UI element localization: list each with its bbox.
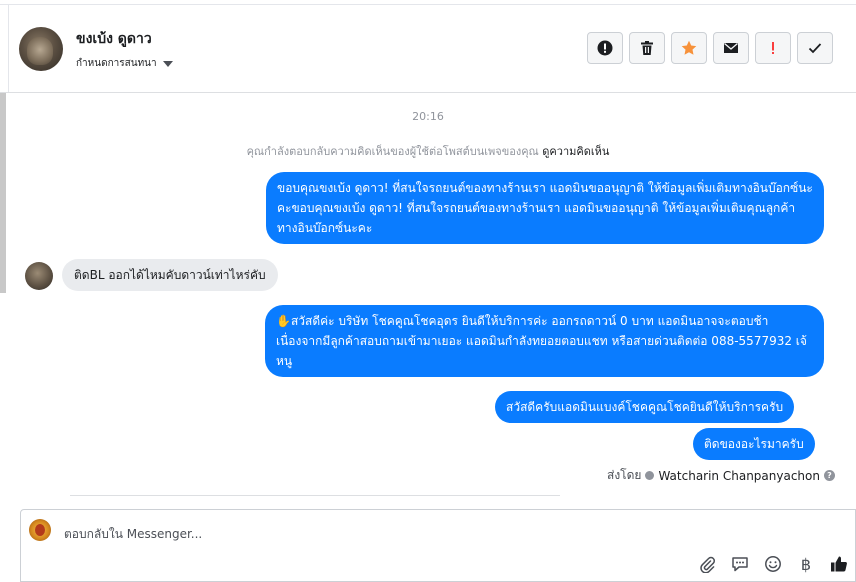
outgoing-message[interactable]: ขอบคุณขงเบ้ง ดูดาว! ที่สนใจรถยนต์ของทางร… bbox=[266, 172, 824, 244]
conversation-header: ขงเบ้ง ดูดาว กำหนดการสนทนา bbox=[0, 0, 856, 93]
exclamation-icon bbox=[772, 42, 774, 54]
view-comment-link[interactable]: ดูความคิดเห็น bbox=[542, 145, 609, 158]
star-button[interactable] bbox=[671, 32, 707, 64]
delete-button[interactable] bbox=[629, 32, 665, 64]
message-text: สวัสดีครับแอดมินแบงค์โชคคูณโชคยินดีให้บร… bbox=[506, 400, 784, 414]
star-icon bbox=[681, 40, 697, 55]
page-avatar bbox=[29, 519, 51, 541]
sent-by-name[interactable]: Watcharin Chanpanyachon bbox=[658, 469, 820, 483]
exclamation-circle-icon bbox=[597, 40, 613, 56]
saved-reply-icon[interactable] bbox=[730, 554, 750, 574]
message-timestamp: 20:16 bbox=[412, 110, 444, 123]
contact-name[interactable]: ขงเบ้ง ดูดาว bbox=[76, 28, 152, 50]
composer-tools: ฿ bbox=[697, 554, 849, 574]
emoji-icon[interactable] bbox=[763, 554, 783, 574]
done-button[interactable] bbox=[797, 32, 833, 64]
caret-down-icon bbox=[162, 60, 173, 67]
envelope-icon bbox=[724, 43, 738, 53]
check-icon bbox=[808, 43, 822, 54]
mark-unread-button[interactable] bbox=[713, 32, 749, 64]
contact-avatar[interactable] bbox=[19, 27, 63, 71]
reply-input[interactable]: ตอบกลับใน Messenger... bbox=[64, 525, 202, 544]
divider bbox=[0, 4, 856, 5]
outgoing-message[interactable]: สวัสดีครับแอดมินแบงค์โชคคูณโชคยินดีให้บร… bbox=[495, 391, 795, 423]
divider bbox=[8, 4, 9, 92]
outgoing-message[interactable]: ติดของอะไรมาครับ bbox=[693, 428, 815, 460]
reply-composer: ตอบกลับใน Messenger... ฿ bbox=[20, 509, 856, 582]
status-icon bbox=[645, 471, 655, 480]
paperclip-icon[interactable] bbox=[697, 554, 717, 574]
thumbs-up-icon[interactable] bbox=[829, 554, 849, 574]
assign-conversation-dropdown[interactable]: กำหนดการสนทนา bbox=[76, 56, 173, 71]
trash-icon bbox=[641, 41, 653, 55]
message-text: ติดBL ออกได้ไหมคับดาวน์เท่าไหร่คับ bbox=[74, 268, 266, 282]
spam-button[interactable] bbox=[587, 32, 623, 64]
scrollbar[interactable] bbox=[0, 93, 6, 293]
reply-context-notice: คุณกำลังตอบกลับความคิดเห็นของผู้ใช้ต่อโพ… bbox=[0, 142, 856, 160]
follow-up-button[interactable] bbox=[755, 32, 791, 64]
outgoing-message[interactable]: ✋สวัสดีค่ะ บริษัท โชคคูณโชคอุดร ยินดีให้… bbox=[265, 305, 824, 377]
assign-label: กำหนดการสนทนา bbox=[76, 58, 157, 69]
help-icon[interactable]: ? bbox=[823, 470, 835, 481]
sent-by-label: ส่งโดย bbox=[607, 468, 642, 482]
divider bbox=[70, 495, 560, 496]
message-text: ขอบคุณขงเบ้ง ดูดาว! ที่สนใจรถยนต์ของทางร… bbox=[277, 181, 813, 235]
baht-icon[interactable]: ฿ bbox=[796, 554, 816, 574]
raised-hand-emoji: ✋ bbox=[276, 314, 291, 328]
contact-avatar-small[interactable] bbox=[25, 262, 53, 290]
incoming-message[interactable]: ติดBL ออกได้ไหมคับดาวน์เท่าไหร่คับ bbox=[62, 259, 278, 291]
sent-by-info: ส่งโดย Watcharin Chanpanyachon ? bbox=[607, 466, 835, 485]
message-text: สวัสดีค่ะ บริษัท โชคคูณโชคอุดร ยินดีให้บ… bbox=[276, 314, 807, 368]
header-actions bbox=[587, 32, 833, 64]
notice-text: คุณกำลังตอบกลับความคิดเห็นของผู้ใช้ต่อโพ… bbox=[246, 145, 539, 158]
message-text: ติดของอะไรมาครับ bbox=[704, 437, 804, 451]
